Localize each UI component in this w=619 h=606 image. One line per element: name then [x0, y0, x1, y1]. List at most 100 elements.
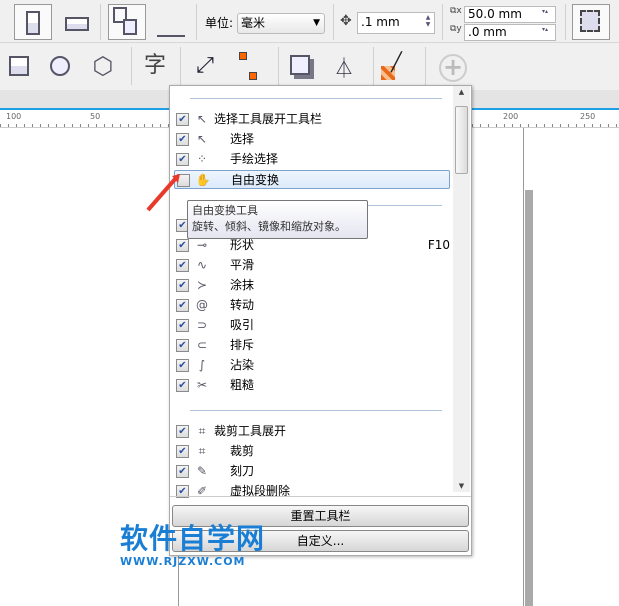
page-layout-icon [157, 15, 185, 37]
watermark-title: 软件自学网 [120, 522, 266, 555]
virtual-segment-delete-icon: ✐ [196, 484, 208, 498]
menu-item-label: 刻刀 [230, 464, 255, 478]
smear-icon: ≻ [196, 278, 208, 292]
portrait-button[interactable] [14, 4, 52, 40]
duplicate-y-input[interactable]: .0 mm ▾▴ [464, 24, 556, 41]
menu-item-label: 裁剪 [230, 444, 255, 458]
scroll-up-icon[interactable]: ▲ [453, 88, 470, 96]
checkbox[interactable]: ✔ [176, 445, 189, 458]
shortcut-label: F10 [427, 238, 450, 252]
repel-icon: ⊂ [196, 338, 208, 352]
checkbox[interactable]: ✔ [176, 379, 189, 392]
duplicate-x-input[interactable]: 50.0 mm ▾▴ [464, 6, 556, 23]
toolbox-bar: ⬡ 字 ⤢ ⏃ ╱ + [0, 43, 619, 90]
menu-item-label: 排斥 [230, 338, 255, 352]
dimension-tool[interactable]: ⤢ [188, 51, 222, 83]
unit-select[interactable]: 毫米 ▼ [237, 13, 325, 34]
landscape-icon [65, 17, 89, 31]
property-bar: 单位: 毫米 ▼ ✥ .1 mm ▲ ▼ ⧉x ⧉y 50.0 mm ▾▴ .0 mm ▾… [0, 0, 619, 43]
scroll-thumb[interactable] [455, 106, 468, 174]
duplicate-x-icon: ⧉x [450, 6, 462, 16]
add-tool-button[interactable]: + [436, 51, 470, 83]
checkbox[interactable]: ✔ [176, 359, 189, 372]
watermark: 软件自学网 WWW.RJZXW.COM [120, 522, 266, 569]
menu-item[interactable]: ✔ ∿ 平滑 [174, 256, 450, 275]
menu-item-label: 裁剪工具展开 [214, 424, 287, 438]
page-shadow [525, 190, 533, 606]
transparency-tool[interactable]: ⏃ [327, 51, 361, 83]
roughen-icon: ✂ [196, 378, 208, 392]
menu-item[interactable]: ✔ @ 转动 [174, 296, 450, 315]
polygon-tool[interactable]: ⬡ [86, 51, 120, 83]
menu-item-label: 虚拟段删除 [230, 484, 291, 498]
ruler-label: 200 [503, 112, 519, 121]
menu-item-label: 平滑 [230, 258, 255, 272]
rectangle-icon [9, 56, 29, 76]
add-icon: + [439, 54, 467, 82]
nudge-input[interactable]: .1 mm ▲ ▼ [357, 12, 435, 34]
menu-item[interactable]: ✔ ↖ 选择工具展开工具栏 [174, 110, 450, 129]
menu-item[interactable]: ✋ 自由变换 [174, 170, 450, 189]
menu-item[interactable]: ✔ ∫ 沾染 [174, 356, 450, 375]
red-arrow-annotation [146, 174, 180, 212]
nudge-spinner[interactable]: ▲ ▼ [423, 14, 433, 32]
checkbox[interactable]: ✔ [176, 153, 189, 166]
text-tool[interactable]: 字 [138, 51, 172, 83]
eyedropper-tool[interactable]: ╱ [378, 51, 412, 83]
checkbox[interactable]: ✔ [176, 425, 189, 438]
checkbox[interactable]: ✔ [176, 279, 189, 292]
checkbox[interactable]: ✔ [176, 299, 189, 312]
knife-icon: ✎ [196, 464, 208, 478]
checkbox[interactable]: ✔ [176, 133, 189, 146]
menu-item-label: 粗糙 [230, 378, 255, 392]
nudge-icon: ✥ [340, 13, 352, 29]
tooltip-description: 旋转、倾斜、镜像和缩放对象。 [192, 220, 346, 233]
rectangle-tool[interactable] [4, 51, 38, 83]
menu-item[interactable]: ✔ ⁘ 手绘选择 [174, 150, 450, 169]
checkbox[interactable]: ✔ [176, 113, 189, 126]
menu-item[interactable]: ✔ ⌗ 裁剪工具展开 [174, 422, 450, 441]
all-pages-button[interactable] [108, 4, 146, 40]
menu-item-label: 选择工具展开工具栏 [214, 112, 323, 126]
attract-icon: ⊃ [196, 318, 208, 332]
portrait-icon [26, 11, 40, 35]
connector-tool[interactable] [232, 51, 266, 83]
crop-icon: ⌗ [198, 444, 206, 458]
treat-as-filled-button[interactable] [572, 4, 610, 40]
transparency-icon: ⏃ [334, 56, 354, 80]
checkbox[interactable]: ✔ [176, 339, 189, 352]
text-icon: 字 [143, 53, 166, 78]
ellipse-tool[interactable] [44, 51, 78, 83]
menu-item[interactable]: ✔ ✂ 粗糙 [174, 376, 450, 395]
crop-icon: ⌗ [198, 424, 206, 438]
menu-item[interactable]: ✔ ≻ 涂抹 [174, 276, 450, 295]
drop-shadow-tool[interactable] [285, 51, 319, 83]
landscape-button[interactable] [56, 4, 94, 40]
current-page-button[interactable] [150, 4, 190, 40]
pointer-icon: ↖ [196, 132, 208, 146]
menu-item[interactable]: ✔ ⌗ 裁剪 [174, 442, 450, 461]
menu-item[interactable]: ✔ ⊂ 排斥 [174, 336, 450, 355]
menu-item[interactable]: ✔ ↖ 选择 [174, 130, 450, 149]
checkbox[interactable]: ✔ [176, 465, 189, 478]
select-frame-icon [580, 10, 600, 32]
menu-scrollbar[interactable]: ▲ ▼ [453, 86, 470, 492]
checkbox[interactable]: ✔ [176, 319, 189, 332]
menu-item[interactable]: ✔ ✎ 刻刀 [174, 462, 450, 481]
scroll-down-icon[interactable]: ▼ [453, 482, 470, 490]
menu-item-label: 转动 [230, 298, 255, 312]
ruler-label: 50 [90, 112, 101, 121]
menu-item-label: 沾染 [230, 358, 255, 372]
pointer-icon: ↖ [196, 112, 208, 126]
menu-item-label: 手绘选择 [230, 152, 279, 166]
free-transform-icon: ✋ [195, 173, 211, 187]
customize-toolbar-menu: ✔ ↖ 选择工具展开工具栏 ✔ ↖ 选择 ✔ ⁘ 手绘选择 ✋ 自由变换 ✔ ✔ ⊸ 形状 F10 ✔ ∿ 平滑 ✔… [169, 85, 472, 556]
nudge-value: .1 mm [361, 15, 400, 29]
menu-item-label: 自由变换 [231, 173, 280, 187]
menu-item[interactable]: ✔ ⊃ 吸引 [174, 316, 450, 335]
checkbox[interactable]: ✔ [176, 239, 189, 252]
menu-item-label: 涂抹 [230, 278, 255, 292]
menu-item[interactable]: ✔ ✐ 虚拟段删除 [174, 482, 450, 501]
checkbox[interactable]: ✔ [176, 259, 189, 272]
smooth-icon: ∿ [196, 258, 208, 272]
